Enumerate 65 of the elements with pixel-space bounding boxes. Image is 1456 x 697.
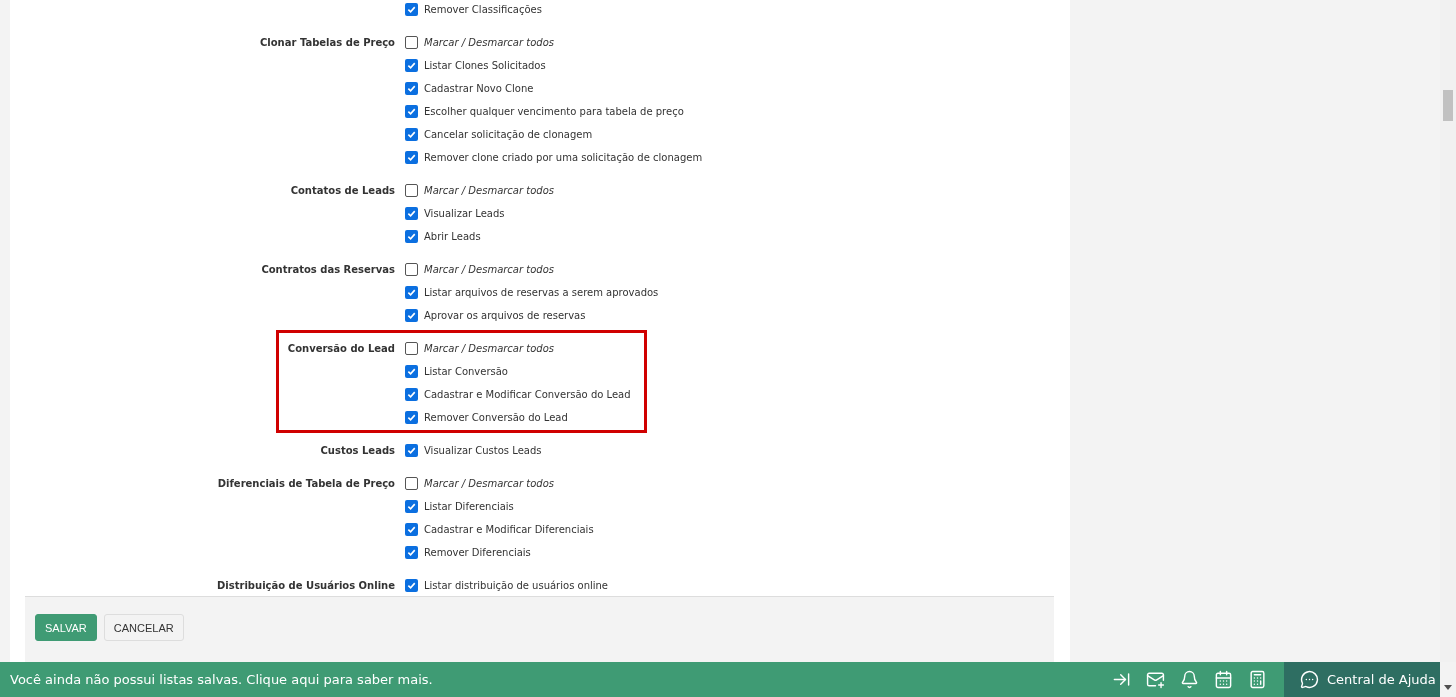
- checkbox[interactable]: [405, 411, 418, 424]
- checkbox[interactable]: [405, 546, 418, 559]
- checkbox[interactable]: [405, 230, 418, 243]
- checkbox[interactable]: [405, 128, 418, 141]
- group-label: Contratos das Reservas: [261, 264, 395, 275]
- checkbox[interactable]: [405, 59, 418, 72]
- group-label: Contatos de Leads: [290, 185, 395, 196]
- checkbox[interactable]: [405, 184, 418, 197]
- permission-label: Listar distribuição de usuários online: [424, 580, 609, 591]
- permission-label: Remover clone criado por uma solicitação de clonagem: [424, 152, 703, 163]
- chat-bubble-icon: [1300, 670, 1319, 689]
- permission-label: Visualizar Leads: [424, 208, 505, 219]
- permission-label: Escolher qualquer vencimento para tabela de preço: [424, 106, 684, 117]
- checkbox[interactable]: [405, 3, 418, 16]
- permission-label: Cadastrar e Modificar Conversão do Lead: [424, 389, 631, 400]
- permission-label: Listar arquivos de reservas a serem aprovados: [424, 287, 659, 298]
- calculator-icon[interactable]: [1248, 670, 1267, 689]
- permission-label: Listar Conversão: [424, 366, 508, 377]
- group-label: Custos Leads: [320, 445, 395, 456]
- group-label: Conversão do Lead: [287, 343, 395, 354]
- toggle-all-label: Marcar / Desmarcar todos: [424, 37, 554, 48]
- permission-label: Aprovar os arquivos de reservas: [424, 310, 586, 321]
- checkbox[interactable]: [405, 82, 418, 95]
- checkbox[interactable]: [405, 207, 418, 220]
- permission-label: Abrir Leads: [424, 231, 481, 242]
- bell-icon[interactable]: [1180, 670, 1199, 689]
- group-label: Diferenciais de Tabela de Preço: [217, 478, 395, 489]
- permission-label: Remover Classificações: [424, 4, 542, 15]
- permission-label: Remover Diferenciais: [424, 547, 531, 558]
- checkbox[interactable]: [405, 444, 418, 457]
- toggle-all-label: Marcar / Desmarcar todos: [424, 264, 554, 275]
- checkbox[interactable]: [405, 286, 418, 299]
- checkbox[interactable]: [405, 500, 418, 513]
- checkbox[interactable]: [405, 105, 418, 118]
- checkbox[interactable]: [405, 388, 418, 401]
- permission-label: Remover Conversão do Lead: [424, 412, 568, 423]
- permission-label: Cancelar solicitação de clonagem: [424, 129, 593, 140]
- group-label: Distribuição de Usuários Online: [217, 580, 395, 591]
- toggle-all-label: Marcar / Desmarcar todos: [424, 185, 554, 196]
- checkbox[interactable]: [405, 365, 418, 378]
- permission-label: Cadastrar Novo Clone: [424, 83, 534, 94]
- scrollbar-thumb[interactable]: [1443, 90, 1453, 121]
- calendar-icon[interactable]: [1214, 670, 1233, 689]
- help-button[interactable]: Central de Ajuda: [1284, 662, 1440, 697]
- arrow-to-line-icon[interactable]: [1112, 670, 1131, 689]
- permission-label: Visualizar Custos Leads: [424, 445, 542, 456]
- checkbox[interactable]: [405, 579, 418, 592]
- checkbox[interactable]: [405, 263, 418, 276]
- checkbox[interactable]: [405, 36, 418, 49]
- permission-label: Listar Clones Solicitados: [424, 60, 546, 71]
- checkbox[interactable]: [405, 309, 418, 322]
- saved-lists-link[interactable]: Você ainda não possui listas salvas. Clique aqui para saber mais.: [10, 672, 433, 687]
- toggle-all-label: Marcar / Desmarcar todos: [424, 478, 554, 489]
- permission-label: Cadastrar e Modificar Diferenciais: [424, 524, 594, 535]
- group-label: Clonar Tabelas de Preço: [260, 37, 395, 48]
- checkbox[interactable]: [405, 523, 418, 536]
- save-button[interactable]: SALVAR: [35, 614, 97, 641]
- toggle-all-label: Marcar / Desmarcar todos: [424, 343, 554, 354]
- permission-label: Listar Diferenciais: [424, 501, 514, 512]
- checkbox[interactable]: [405, 342, 418, 355]
- checkbox[interactable]: [405, 477, 418, 490]
- scroll-down-icon[interactable]: [1444, 685, 1452, 690]
- checkbox[interactable]: [405, 151, 418, 164]
- envelope-icon[interactable]: [1146, 670, 1165, 689]
- cancel-button[interactable]: CANCELAR: [103, 614, 184, 641]
